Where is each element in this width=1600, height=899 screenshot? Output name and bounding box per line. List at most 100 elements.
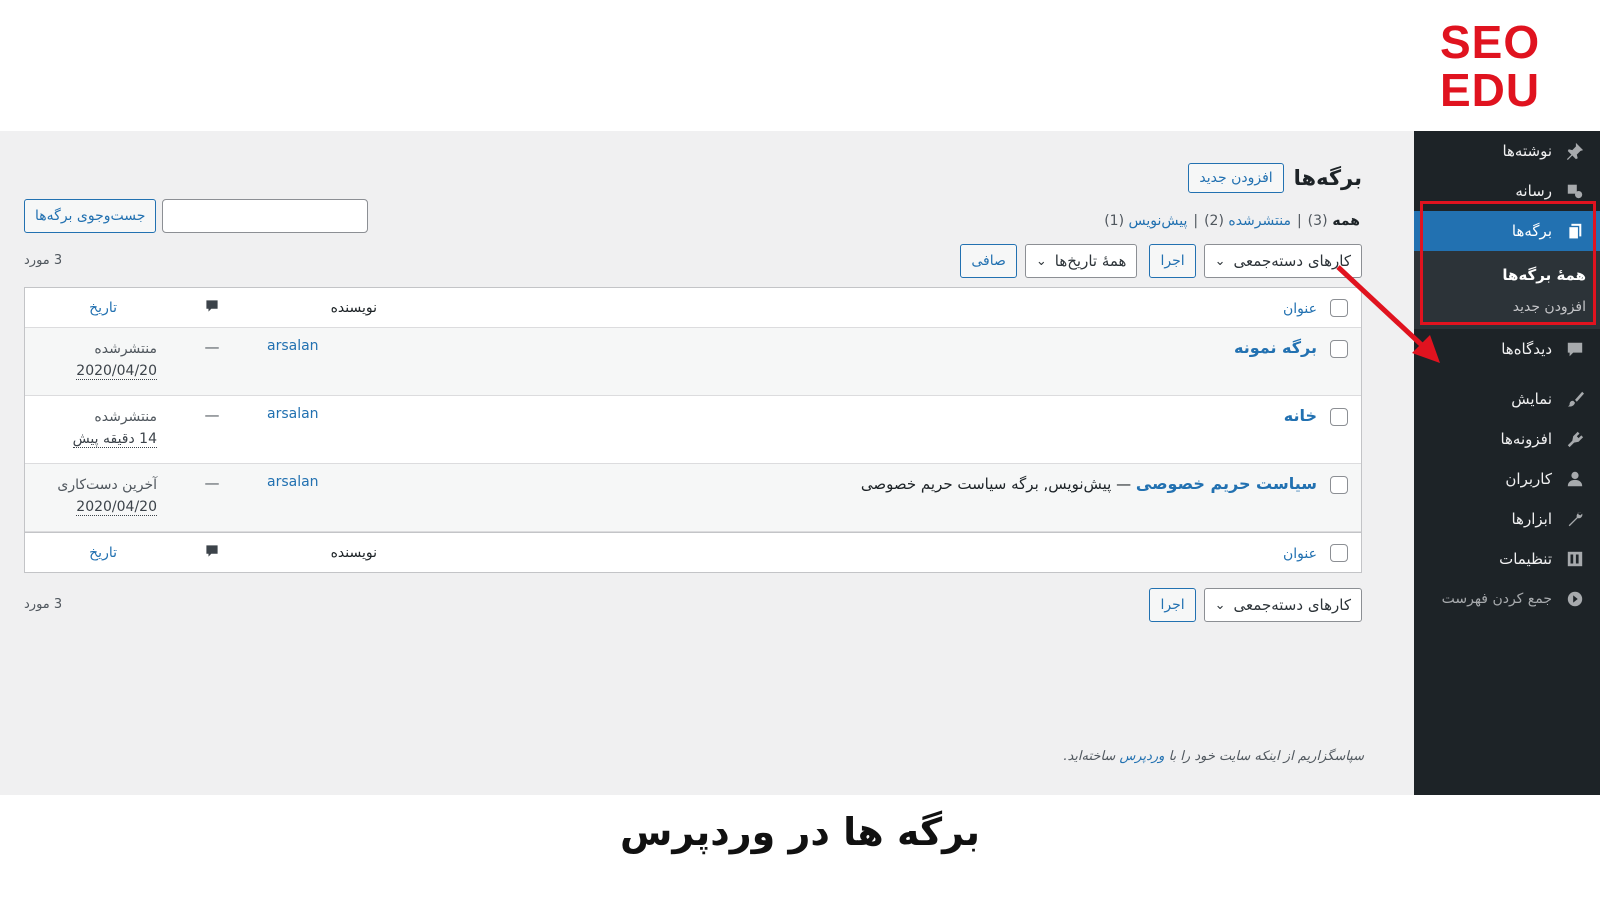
select-all-cell: [1317, 298, 1361, 317]
search-input[interactable]: [162, 199, 369, 233]
pages-submenu: همهٔ برگه‌ها افزودن جدید: [1414, 251, 1600, 329]
filter-published[interactable]: منتشرشده (2): [1204, 213, 1291, 229]
menu-users-label: کاربران: [1505, 470, 1552, 488]
row-checkbox[interactable]: [1330, 408, 1348, 426]
menu-plugins[interactable]: افزونه‌ها: [1414, 419, 1600, 459]
add-new-page-button[interactable]: افزودن جدید: [1188, 163, 1284, 193]
wordpress-link[interactable]: وردپرس: [1119, 749, 1164, 764]
date-value: 2020/04/20: [76, 499, 157, 516]
pin-icon: [1564, 141, 1586, 161]
submenu-all-pages[interactable]: همهٔ برگه‌ها: [1414, 259, 1600, 291]
date-filter-select[interactable]: همهٔ تاریخ‌ها ⌄: [1024, 244, 1138, 278]
column-author: نویسنده: [330, 299, 377, 316]
menu-plugins-label: افزونه‌ها: [1500, 430, 1552, 448]
logo-line-1: SEO: [1440, 16, 1541, 68]
comments-count: —: [204, 338, 220, 356]
admin-sidebar: نوشته‌ها رسانه برگه‌ها همهٔ برگه‌ها افزو…: [1414, 131, 1600, 795]
bulk-actions-select[interactable]: کارهای دسته‌جمعی ⌄: [1203, 244, 1362, 278]
date-status: آخرین دست‌کاری: [57, 477, 157, 493]
menu-users[interactable]: کاربران: [1414, 459, 1600, 499]
seo-edu-logo: SEO EDU: [1440, 18, 1560, 114]
menu-appearance-label: نمایش: [1511, 390, 1552, 408]
menu-pages[interactable]: برگه‌ها: [1414, 211, 1600, 251]
date-status: منتشرشده: [94, 409, 157, 425]
author-link[interactable]: arsalan: [267, 474, 319, 490]
page-title: برگه‌ها: [1293, 166, 1362, 190]
menu-settings-label: تنظیمات: [1499, 550, 1552, 568]
column-title[interactable]: عنوان: [1283, 301, 1317, 317]
collapse-icon: [1564, 589, 1586, 609]
page-title-link[interactable]: سیاست حریم خصوصی: [1136, 474, 1317, 493]
menu-collapse-label: جمع کردن فهرست: [1441, 591, 1552, 607]
comments-count: —: [204, 406, 220, 424]
menu-settings[interactable]: تنظیمات: [1414, 539, 1600, 579]
brush-icon: [1564, 389, 1586, 409]
page-title-link[interactable]: خانه: [1284, 406, 1317, 425]
pages-icon: [1564, 221, 1586, 241]
menu-pages-label: برگه‌ها: [1511, 222, 1552, 240]
user-icon: [1564, 469, 1586, 489]
column-author: نویسنده: [330, 544, 377, 561]
author-link[interactable]: arsalan: [267, 406, 319, 422]
page-heading: برگه‌ها افزودن جدید: [1188, 163, 1362, 193]
filter-button[interactable]: صافی: [960, 244, 1017, 278]
comment-icon: [206, 299, 218, 312]
row-checkbox[interactable]: [1330, 476, 1348, 494]
date-status: منتشرشده: [94, 341, 157, 357]
menu-appearance[interactable]: نمایش: [1414, 379, 1600, 419]
select-all-checkbox[interactable]: [1330, 298, 1348, 317]
search-box: جست‌وجوی برگه‌ها: [24, 199, 369, 233]
menu-posts[interactable]: نوشته‌ها: [1414, 131, 1600, 171]
items-count: 3 مورد: [24, 597, 63, 612]
menu-tools[interactable]: ابزارها: [1414, 499, 1600, 539]
menu-comments[interactable]: دیدگاه‌ها: [1414, 329, 1600, 369]
table-row: خانه arsalan — منتشرشده 14 دقیقه پیش: [25, 396, 1361, 464]
filter-draft[interactable]: پیش‌نویس (1): [1104, 213, 1187, 229]
column-title[interactable]: عنوان: [1283, 546, 1317, 562]
menu-collapse[interactable]: جمع کردن فهرست: [1414, 579, 1600, 619]
filter-separator: |: [1296, 213, 1302, 229]
comment-icon: [1564, 339, 1586, 359]
filter-separator: |: [1193, 213, 1199, 229]
bulk-actions-select[interactable]: کارهای دسته‌جمعی ⌄: [1203, 588, 1362, 622]
column-date[interactable]: تاریخ: [89, 545, 117, 561]
menu-media[interactable]: رسانه: [1414, 171, 1600, 211]
chevron-down-icon: ⌄: [1035, 253, 1047, 269]
table-row: سیاست حریم خصوصی — پیش‌نویس, برگه سیاست …: [25, 464, 1361, 532]
image-caption: برگه ها در وردپرس: [619, 810, 981, 854]
menu-media-label: رسانه: [1515, 182, 1552, 200]
comment-icon: [206, 544, 218, 557]
media-icon: [1564, 181, 1586, 201]
select-all-checkbox[interactable]: [1330, 543, 1348, 562]
apply-button[interactable]: اجرا: [1149, 244, 1196, 278]
pages-table: عنوان نویسنده تاریخ برگه نمونه arsalan —…: [24, 287, 1362, 573]
menu-comments-label: دیدگاه‌ها: [1501, 340, 1552, 358]
apply-button[interactable]: اجرا: [1149, 588, 1196, 622]
wrench-icon: [1564, 509, 1586, 529]
page-title-link[interactable]: برگه نمونه: [1234, 338, 1317, 357]
column-date[interactable]: تاریخ: [89, 300, 117, 316]
table-row: برگه نمونه arsalan — منتشرشده 2020/04/20: [25, 328, 1361, 396]
page-state: — پیش‌نویس, برگه سیاست حریم خصوصی: [860, 475, 1132, 493]
plugin-icon: [1564, 429, 1586, 449]
items-count: 3 مورد: [24, 253, 63, 268]
menu-tools-label: ابزارها: [1511, 510, 1552, 528]
main-content: برگه‌ها افزودن جدید همه (3) | منتشرشده (…: [24, 131, 1388, 795]
date-value: 2020/04/20: [76, 363, 157, 380]
menu-posts-label: نوشته‌ها: [1502, 142, 1552, 160]
chevron-down-icon: ⌄: [1214, 597, 1226, 613]
submenu-add-new[interactable]: افزودن جدید: [1414, 291, 1600, 323]
settings-icon: [1564, 549, 1586, 569]
table-header: عنوان نویسنده تاریخ: [25, 288, 1361, 328]
chevron-down-icon: ⌄: [1214, 253, 1226, 269]
table-footer: عنوان نویسنده تاریخ: [25, 532, 1361, 572]
row-checkbox[interactable]: [1330, 340, 1348, 358]
search-pages-button[interactable]: جست‌وجوی برگه‌ها: [24, 199, 157, 233]
footer-thanks: سپاسگزاریم از اینکه سایت خود را با وردپر…: [1063, 749, 1364, 764]
tablenav-bottom: کارهای دسته‌جمعی ⌄ اجرا: [1149, 588, 1362, 622]
date-value: 14 دقیقه پیش: [72, 431, 157, 448]
comments-count: —: [204, 474, 220, 492]
author-link[interactable]: arsalan: [267, 338, 319, 354]
tablenav-top: کارهای دسته‌جمعی ⌄ اجرا همهٔ تاریخ‌ها ⌄ صا…: [960, 244, 1362, 278]
filter-all[interactable]: همه (3): [1308, 213, 1360, 229]
